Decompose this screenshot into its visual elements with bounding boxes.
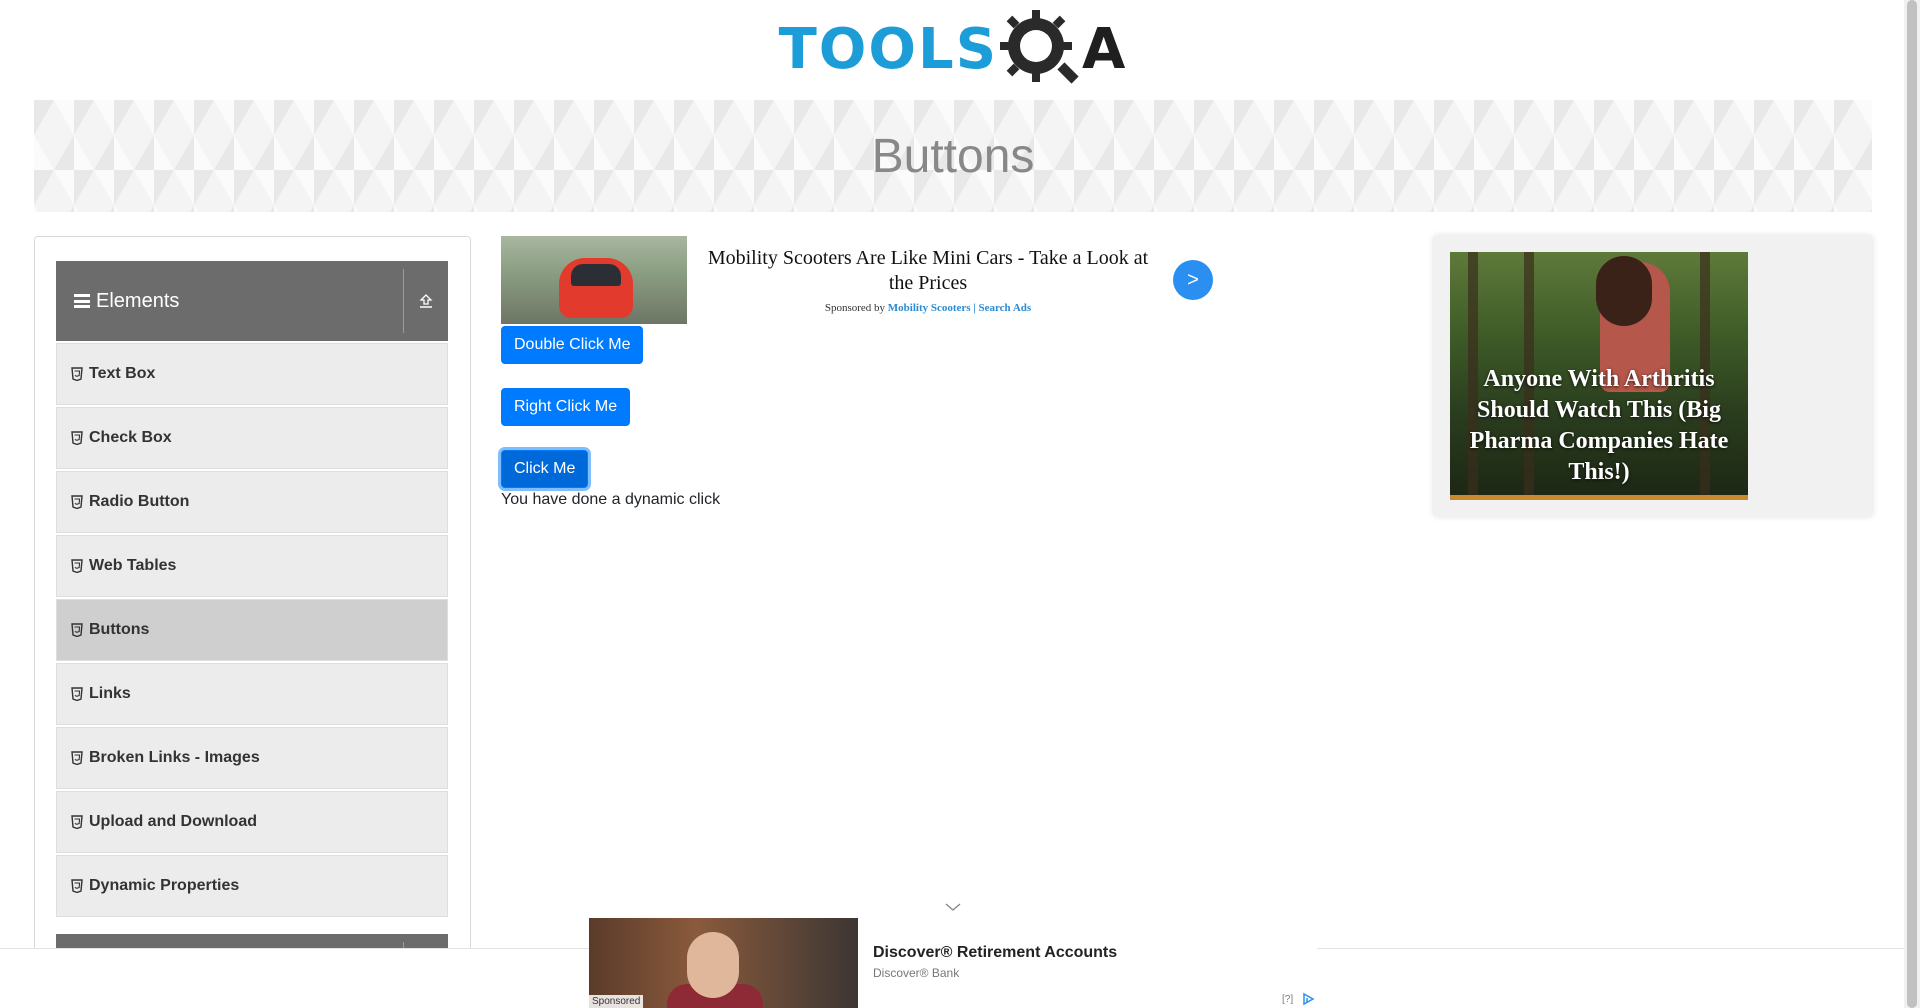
group-title: Elements: [96, 289, 180, 312]
sidebar-item-upload-download[interactable]: Upload and Download: [56, 791, 448, 853]
bottom-ad-title[interactable]: Discover® Retirement Accounts: [873, 944, 1117, 962]
sidebar-item-check-box[interactable]: Check Box: [56, 407, 448, 469]
dynamic-click-message: You have done a dynamic click: [501, 491, 721, 508]
sidebar-menu: Text Box Check Box Radio Button Web Tabl…: [56, 343, 448, 919]
sidebar-item-label: Web Tables: [89, 557, 177, 574]
collapse-button[interactable]: [404, 261, 448, 341]
html5-shield-icon: [71, 879, 83, 893]
html5-shield-icon: [71, 559, 83, 573]
ad-help-link[interactable]: [?]: [1282, 994, 1293, 1005]
html5-shield-icon: [71, 495, 83, 509]
bottom-sponsored-ad: Sponsored Discover® Retirement Accounts …: [589, 903, 1317, 1008]
site-header: TOOLS A: [0, 0, 1904, 100]
scooter-window: [571, 264, 621, 286]
ad-image-scooter[interactable]: [501, 236, 687, 324]
right-sponsored-ad: Anyone With Arthritis Should Watch This …: [1434, 236, 1872, 516]
sidebar-item-links[interactable]: Links: [56, 663, 448, 725]
page-scrollbar[interactable]: [1904, 0, 1920, 1008]
sidebar-item-label: Check Box: [89, 429, 172, 446]
html5-shield-icon: [71, 431, 83, 445]
sidebar-item-broken-links[interactable]: Broken Links - Images: [56, 727, 448, 789]
page-title: Buttons: [871, 129, 1035, 183]
ad-choices-icon[interactable]: [1301, 992, 1315, 1006]
sidebar-item-label: Links: [89, 685, 131, 702]
ad-image-retirement[interactable]: Sponsored: [589, 918, 858, 1008]
hair-shape: [1596, 256, 1652, 326]
toolsqa-logo[interactable]: TOOLS A: [778, 10, 1126, 90]
sidebar-item-buttons[interactable]: Buttons: [56, 599, 448, 661]
gear-magnifier-icon: [1000, 10, 1079, 84]
logo-text-tools: TOOLS: [778, 17, 999, 82]
sidebar-item-label: Buttons: [89, 621, 150, 638]
top-sponsored-ad: Mobility Scooters Are Like Mini Cars - T…: [501, 236, 1214, 324]
sidebar-item-label: Text Box: [89, 365, 156, 382]
chevron-right-icon: >: [1187, 268, 1199, 291]
html5-shield-icon: [71, 623, 83, 637]
hamburger-icon: [74, 294, 90, 308]
sidebar-item-label: Radio Button: [89, 493, 190, 510]
right-ad-headline[interactable]: Anyone With Arthritis Should Watch This …: [1450, 364, 1748, 488]
ad-brand-link[interactable]: Mobility Scooters | Search Ads: [888, 302, 1031, 314]
html5-shield-icon: [71, 815, 83, 829]
upload-arrow-icon: [419, 294, 433, 308]
sidebar-panel: Elements Text Box Check Box Radio Button…: [34, 236, 471, 1008]
sidebar-item-text-box[interactable]: Text Box: [56, 343, 448, 405]
sidebar-item-dynamic-properties[interactable]: Dynamic Properties: [56, 855, 448, 917]
logo-text-a: A: [1082, 17, 1126, 82]
sponsored-label: Sponsored: [589, 995, 644, 1008]
sidebar-item-label: Broken Links - Images: [89, 749, 260, 766]
ad-accent-bar: [1450, 495, 1748, 500]
dynamic-click-button[interactable]: Click Me: [501, 450, 589, 488]
html5-shield-icon: [71, 751, 83, 765]
right-click-button[interactable]: Right Click Me: [501, 388, 631, 426]
sidebar-item-label: Dynamic Properties: [89, 877, 240, 894]
double-click-button[interactable]: Double Click Me: [501, 326, 644, 364]
sidebar-item-label: Upload and Download: [89, 813, 257, 830]
ad-sponsor-line: Sponsored by Mobility Scooters | Search …: [703, 302, 1153, 314]
chevron-down-icon[interactable]: [943, 900, 963, 914]
bottom-ad-brand: Discover® Bank: [873, 966, 960, 980]
page-banner: Buttons: [34, 100, 1872, 212]
ad-headline[interactable]: Mobility Scooters Are Like Mini Cars - T…: [703, 246, 1153, 296]
scrollbar-thumb[interactable]: [1907, 0, 1917, 1008]
person-face-shape: [687, 932, 739, 998]
sidebar-item-radio-button[interactable]: Radio Button: [56, 471, 448, 533]
html5-shield-icon: [71, 687, 83, 701]
html5-shield-icon: [71, 367, 83, 381]
group-header-elements[interactable]: Elements: [56, 261, 448, 341]
ad-next-button[interactable]: >: [1173, 260, 1213, 300]
sidebar-item-web-tables[interactable]: Web Tables: [56, 535, 448, 597]
sponsored-by-label: Sponsored by: [824, 302, 886, 314]
